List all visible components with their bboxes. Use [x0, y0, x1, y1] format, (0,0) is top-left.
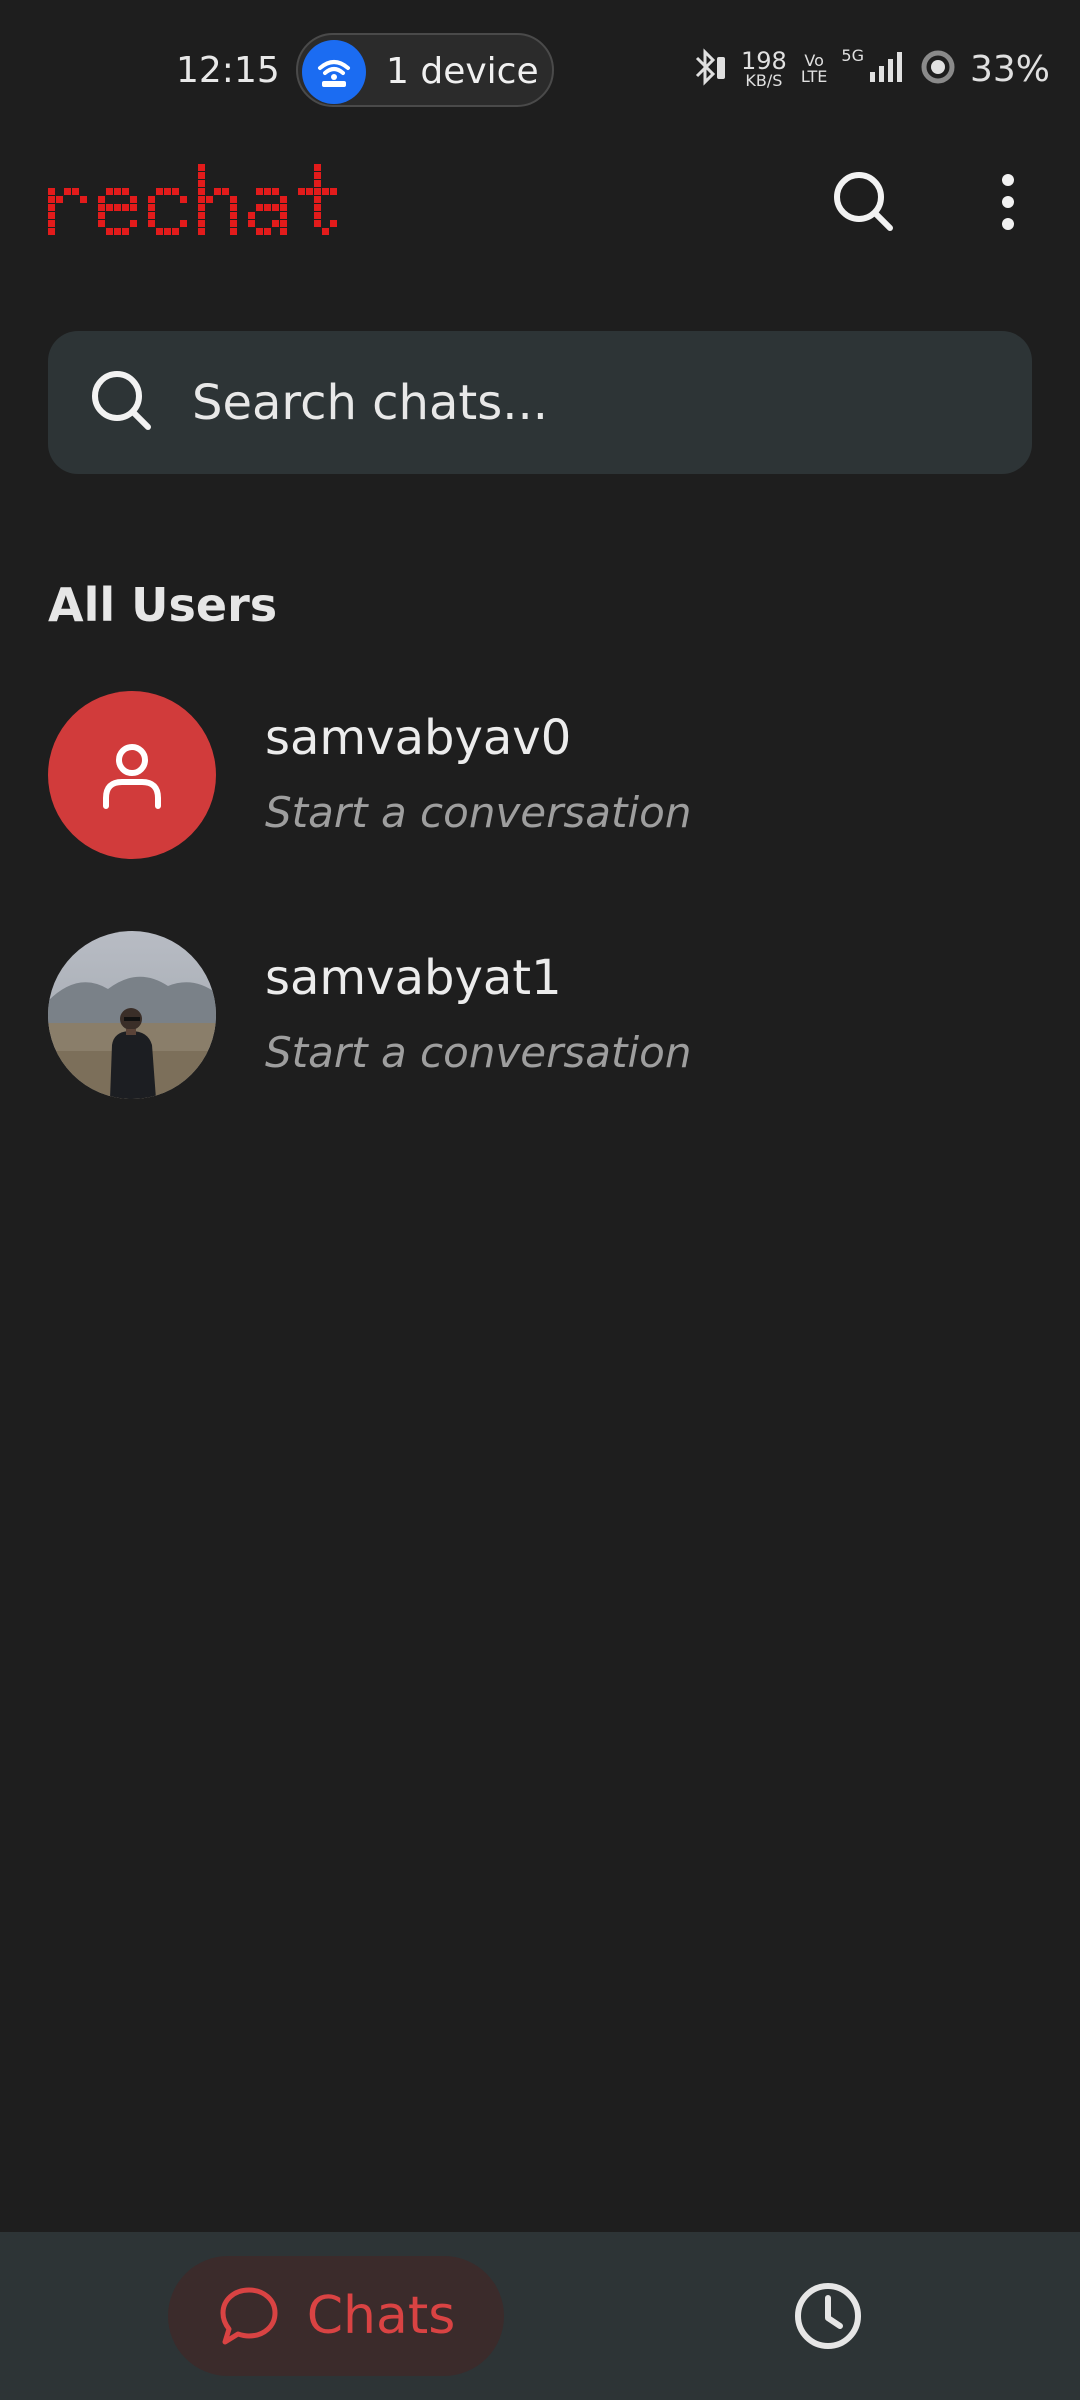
- nav-history-tab[interactable]: [788, 2276, 868, 2356]
- nav-chats-tab[interactable]: Chats: [168, 2256, 504, 2376]
- user-subtitle: Start a conversation: [265, 1028, 692, 1077]
- chat-bubble-icon: [220, 2287, 278, 2345]
- user-photo: [48, 931, 216, 1099]
- volte-indicator: Vo LTE: [801, 53, 828, 85]
- signal-icon: [868, 50, 906, 88]
- search-icon: [834, 172, 893, 231]
- clock-icon: [795, 2283, 861, 2349]
- status-icons: 198 KB/S Vo LTE 5G 33%: [691, 44, 1050, 94]
- status-bar: 12:15 1 device 198 KB/S Vo LTE 5G 33%: [0, 0, 1080, 145]
- search-input[interactable]: [190, 361, 994, 445]
- header-search-button[interactable]: [828, 166, 900, 238]
- battery-percent: 33%: [969, 48, 1050, 90]
- user-name: samvabyav0: [265, 710, 572, 766]
- nav-chats-label: Chats: [306, 2286, 456, 2346]
- device-count: 1 device: [386, 51, 539, 92]
- network-type: 5G: [841, 45, 864, 65]
- avatar: [48, 931, 216, 1099]
- avatar: [48, 691, 216, 859]
- speed-unit: KB/S: [745, 71, 783, 90]
- battery-icon: [920, 49, 956, 89]
- list-item[interactable]: samvabyav0 Start a conversation: [0, 676, 1080, 876]
- volte-bottom: LTE: [800, 67, 828, 86]
- user-name: samvabyat1: [265, 950, 562, 1006]
- status-time: 12:15: [176, 50, 280, 91]
- search-icon: [88, 367, 156, 439]
- more-options-button[interactable]: [985, 166, 1031, 238]
- device-pill[interactable]: 1 device: [296, 33, 554, 107]
- app-logo: rechat: [46, 160, 356, 244]
- list-item[interactable]: samvabyat1 Start a conversation: [0, 916, 1080, 1116]
- more-vert-icon: [1002, 174, 1014, 230]
- person-icon: [103, 744, 161, 809]
- bluetooth-icon: [691, 47, 727, 91]
- network-speed: 198 KB/S: [741, 49, 787, 89]
- search-bar[interactable]: [48, 331, 1032, 474]
- hotspot-icon: [302, 40, 366, 104]
- user-subtitle: Start a conversation: [265, 788, 692, 837]
- speed-value: 198: [741, 47, 787, 75]
- section-title: All Users: [48, 578, 278, 632]
- bottom-navigation: Chats: [0, 2232, 1080, 2400]
